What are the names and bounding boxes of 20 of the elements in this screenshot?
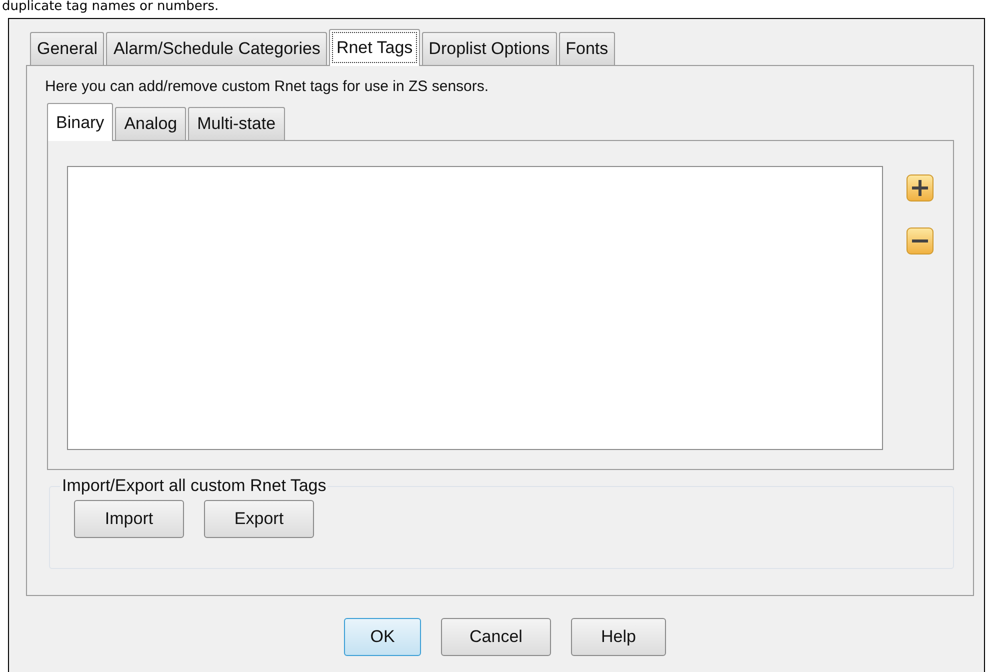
export-button[interactable]: Export xyxy=(204,500,314,538)
tab[interactable]: Analog xyxy=(115,107,186,140)
tab[interactable]: Multi-state xyxy=(188,107,285,140)
tab[interactable]: Binary xyxy=(47,103,114,141)
dialog-button[interactable]: OK xyxy=(344,618,421,656)
tab[interactable]: Droplist Options xyxy=(422,32,557,65)
add-button[interactable] xyxy=(905,173,935,203)
remove-button[interactable] xyxy=(905,226,935,256)
description-text: Here you can add/remove custom Rnet tags for use in ZS sensors. xyxy=(45,78,490,97)
dialog-button[interactable]: Cancel xyxy=(441,618,551,656)
tab[interactable]: General xyxy=(30,32,104,65)
header-text: duplicate tag names or numbers. xyxy=(1,0,220,16)
tab[interactable]: Fonts xyxy=(558,32,616,65)
tab[interactable]: Rnet Tags xyxy=(329,29,420,66)
minus-icon xyxy=(905,226,935,256)
group-title: Import/Export all custom Rnet Tags xyxy=(61,476,328,496)
tab[interactable]: Alarm/Schedule Categories xyxy=(106,32,328,65)
dialog-button[interactable]: Help xyxy=(571,618,666,656)
import-button[interactable]: Import xyxy=(74,500,184,538)
plus-icon xyxy=(905,173,935,203)
